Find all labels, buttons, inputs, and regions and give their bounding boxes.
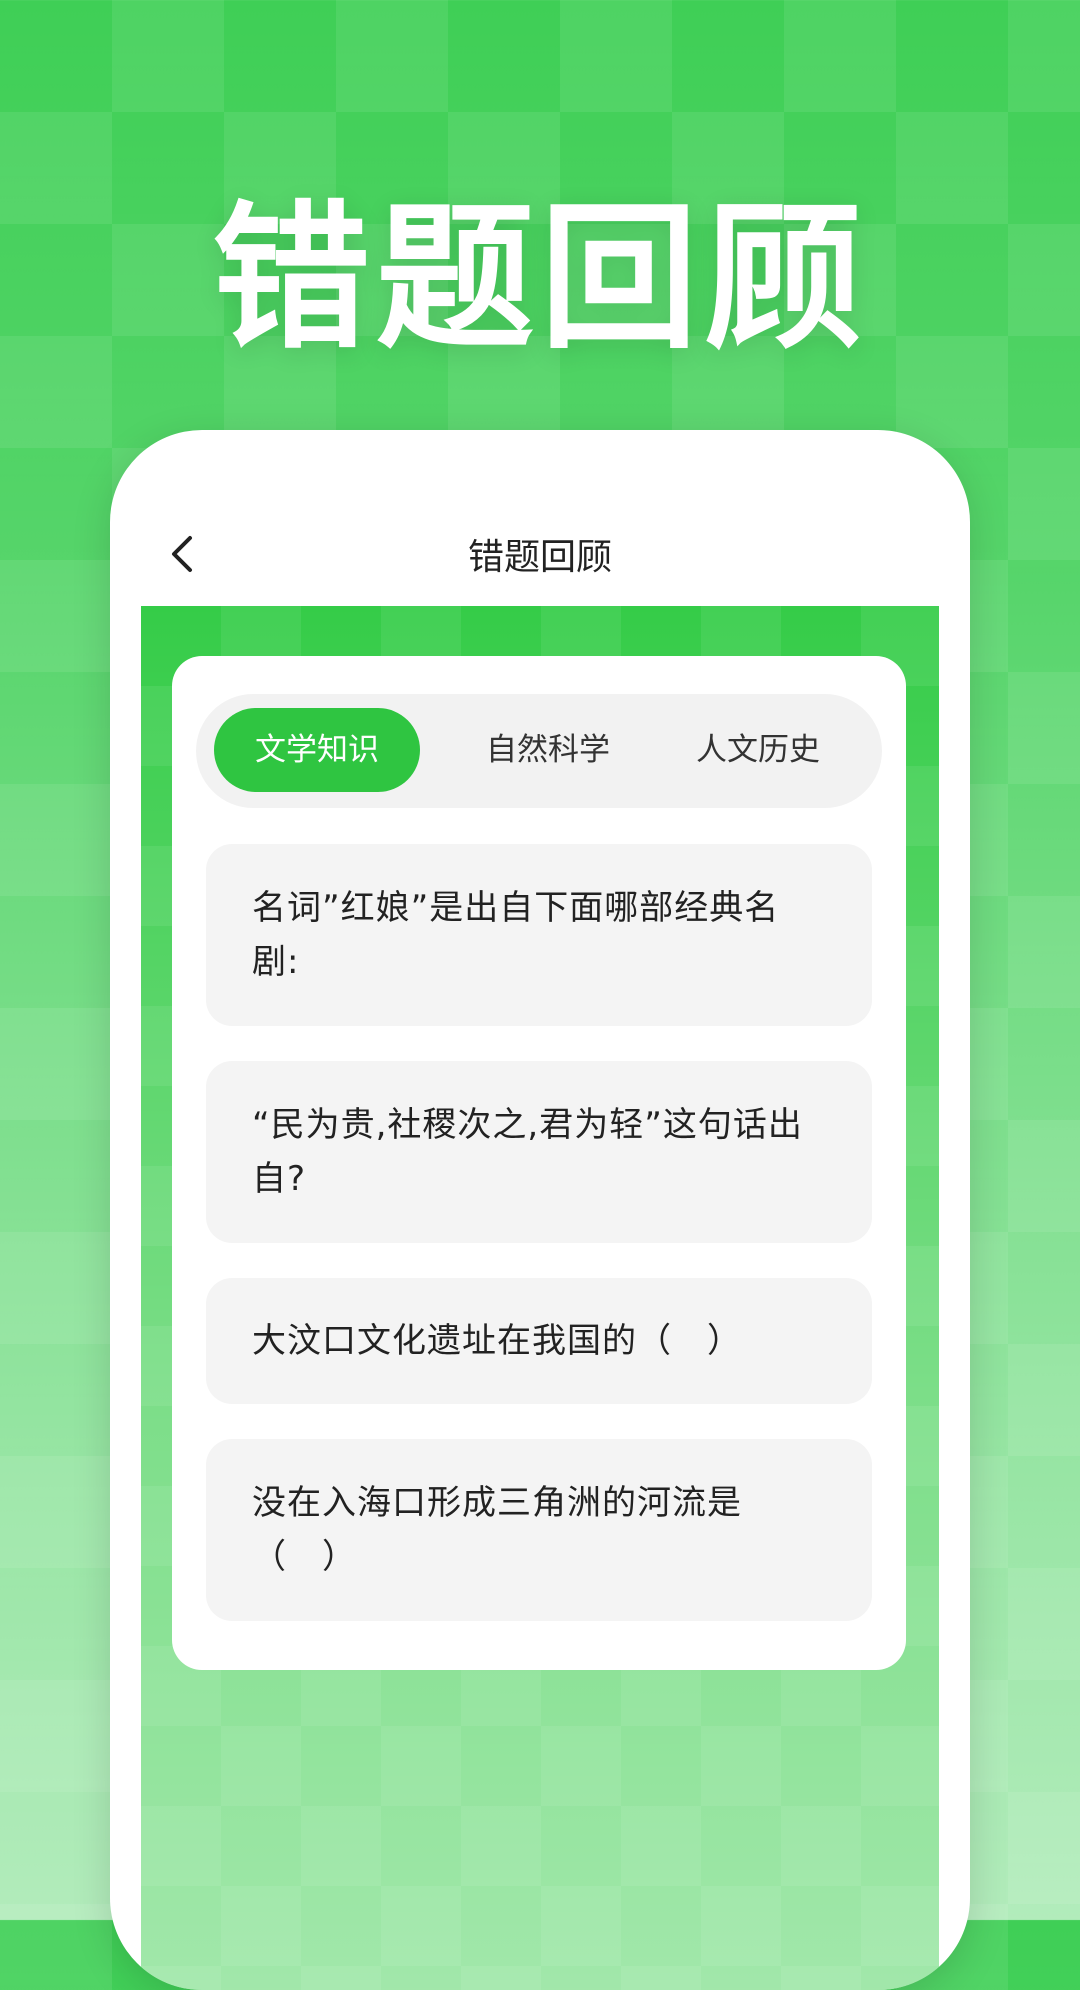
question-item[interactable]: 没在入海口形成三角洲的河流是（ ） [206, 1439, 872, 1621]
nav-bar: 错题回顾 [110, 430, 970, 606]
hero-title: 错题回顾 [212, 187, 868, 371]
question-text: “民为贵,社稷次之,君为轻”这句话出自? [252, 1105, 803, 1199]
screen-content: 文学知识 自然科学 人文历史 名词”红娘”是出自下面哪部经典名剧: “民为贵,社… [141, 606, 939, 1990]
question-text: 大汶口文化遗址在我国的（ ） [252, 1321, 742, 1361]
question-card: 文学知识 自然科学 人文历史 名词”红娘”是出自下面哪部经典名剧: “民为贵,社… [172, 656, 906, 1670]
question-item[interactable]: 大汶口文化遗址在我国的（ ） [206, 1278, 872, 1404]
question-text: 没在入海口形成三角洲的河流是（ ） [252, 1483, 742, 1577]
tab-natural-science[interactable]: 自然科学 [448, 708, 648, 792]
question-item[interactable]: “民为贵,社稷次之,君为轻”这句话出自? [206, 1061, 872, 1243]
nav-title: 错题回顾 [467, 537, 612, 578]
question-text: 名词”红娘”是出自下面哪部经典名剧: [252, 888, 780, 982]
tab-humanities-history[interactable]: 人文历史 [658, 708, 858, 792]
tab-literature[interactable]: 文学知识 [214, 708, 420, 792]
question-item[interactable]: 名词”红娘”是出自下面哪部经典名剧: [206, 844, 872, 1026]
tab-bar: 文学知识 自然科学 人文历史 [196, 694, 882, 808]
phone-frame: 错题回顾 文学知识 自然科学 人文历史 名词”红娘”是出自下面哪部经典名剧: “… [110, 430, 970, 1990]
